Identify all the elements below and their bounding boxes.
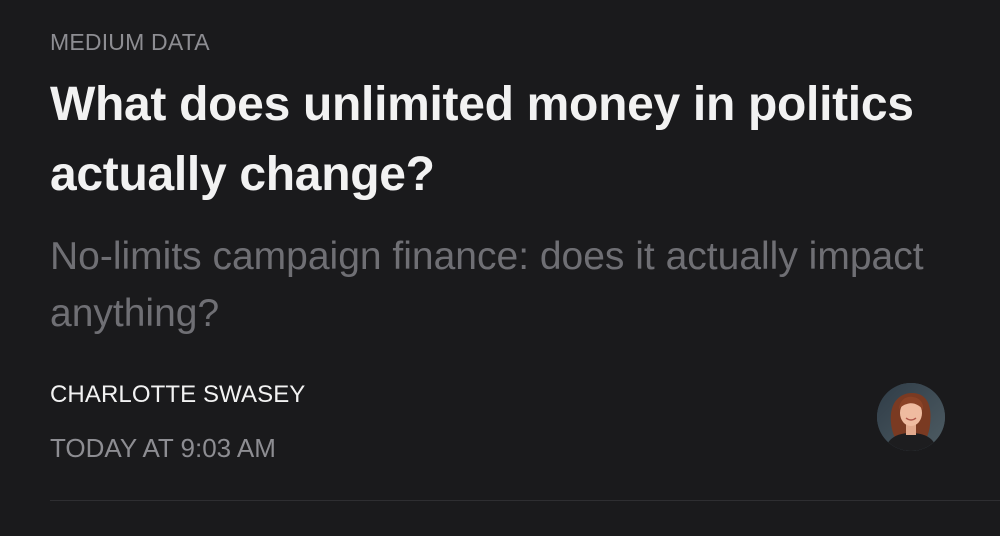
person-avatar-icon [877, 383, 945, 451]
author-avatar[interactable] [877, 383, 945, 451]
author-name[interactable]: CHARLOTTE SWASEY [50, 380, 1000, 410]
article-title[interactable]: What does unlimited money in politics ac… [50, 70, 950, 210]
section-divider [50, 500, 1000, 501]
article-header: MEDIUM DATA What does unlimited money in… [0, 0, 1000, 536]
publication-name[interactable]: MEDIUM DATA [50, 28, 1000, 56]
article-subtitle: No-limits campaign finance: does it actu… [50, 235, 924, 335]
publish-timestamp: TODAY AT 9:03 AM [50, 433, 276, 463]
